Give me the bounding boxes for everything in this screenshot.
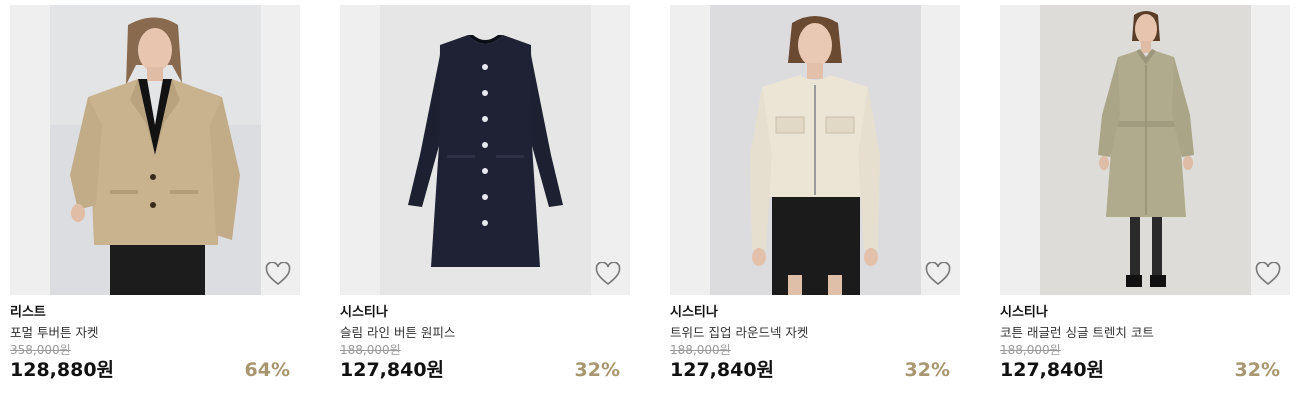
heart-icon[interactable] <box>1255 262 1281 286</box>
brand-name[interactable]: 리스트 <box>10 305 300 321</box>
product-name[interactable]: 코튼 래글런 싱글 트렌치 코트 <box>1000 324 1290 342</box>
product-name[interactable]: 슬림 라인 버튼 원피스 <box>340 324 630 342</box>
product-card[interactable]: 시스티나 트위드 집업 라운드넥 자켓 188,000원 127,840원 32… <box>670 5 960 381</box>
brand-name[interactable]: 시스티나 <box>1000 305 1290 321</box>
product-name[interactable]: 포멀 투버튼 자켓 <box>10 324 300 342</box>
product-info: 리스트 포멀 투버튼 자켓 358,000원 128,880원 64% <box>10 295 300 381</box>
original-price: 188,000원 <box>1000 343 1061 357</box>
product-thumbnail[interactable] <box>670 5 960 295</box>
original-price: 188,000원 <box>670 343 731 357</box>
heart-icon[interactable] <box>595 262 621 286</box>
discount-rate: 32% <box>904 359 950 381</box>
brand-name[interactable]: 시스티나 <box>340 305 630 321</box>
product-info: 시스티나 슬림 라인 버튼 원피스 188,000원 127,840원 32% <box>340 295 630 381</box>
product-image-trench-coat[interactable] <box>1040 5 1251 295</box>
product-image-tweed-jacket[interactable] <box>710 5 921 295</box>
heart-icon[interactable] <box>265 262 291 286</box>
product-thumbnail[interactable] <box>340 5 630 295</box>
product-card[interactable]: 시스티나 코튼 래글런 싱글 트렌치 코트 188,000원 127,840원 … <box>1000 5 1290 381</box>
product-info: 시스티나 코튼 래글런 싱글 트렌치 코트 188,000원 127,840원 … <box>1000 295 1290 381</box>
discount-rate: 32% <box>1234 359 1280 381</box>
product-thumbnail[interactable] <box>1000 5 1290 295</box>
discount-rate: 32% <box>574 359 620 381</box>
original-price: 188,000원 <box>340 343 401 357</box>
product-image-dress[interactable] <box>380 5 591 295</box>
product-info: 시스티나 트위드 집업 라운드넥 자켓 188,000원 127,840원 32… <box>670 295 960 381</box>
product-name[interactable]: 트위드 집업 라운드넥 자켓 <box>670 324 960 342</box>
product-image-blazer[interactable] <box>50 5 261 295</box>
brand-name[interactable]: 시스티나 <box>670 305 960 321</box>
product-grid: 리스트 포멀 투버튼 자켓 358,000원 128,880원 64% 시스티나… <box>0 0 1300 412</box>
heart-icon[interactable] <box>925 262 951 286</box>
original-price: 358,000원 <box>10 343 71 357</box>
product-thumbnail[interactable] <box>10 5 300 295</box>
discount-rate: 64% <box>244 359 290 381</box>
product-card[interactable]: 리스트 포멀 투버튼 자켓 358,000원 128,880원 64% <box>10 5 300 381</box>
product-card[interactable]: 시스티나 슬림 라인 버튼 원피스 188,000원 127,840원 32% <box>340 5 630 381</box>
